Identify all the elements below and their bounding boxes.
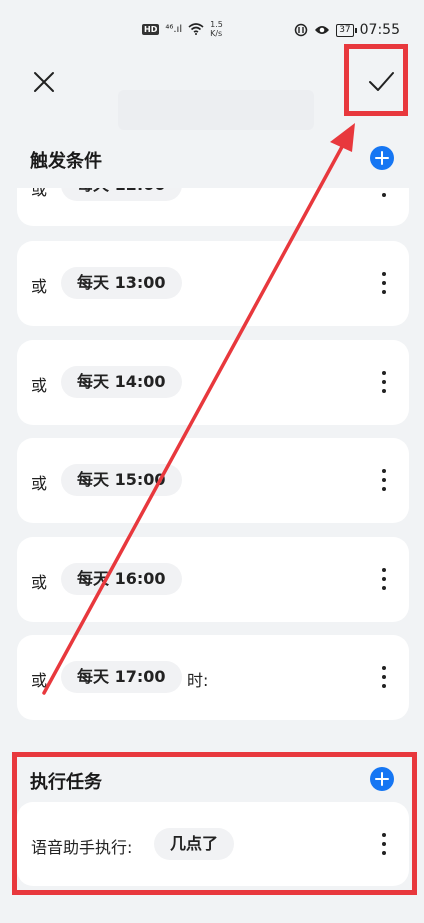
annotation-arrow	[42, 123, 355, 695]
